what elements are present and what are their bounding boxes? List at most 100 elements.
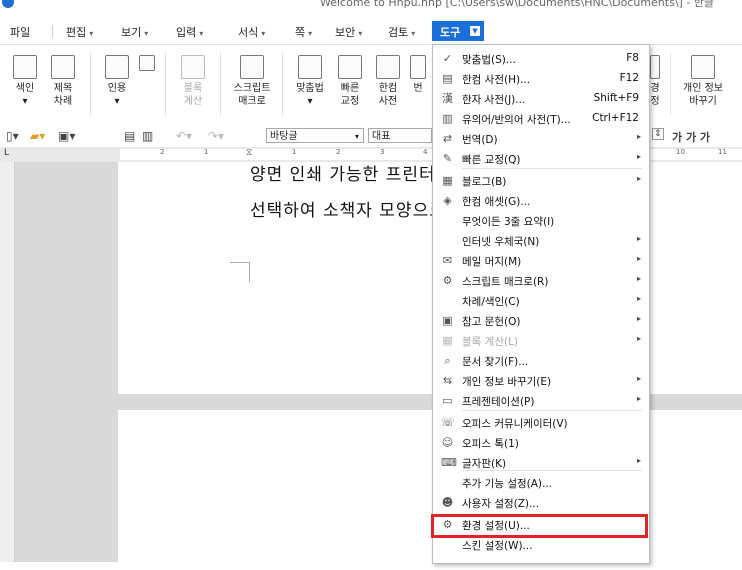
chevron-down-icon: ▾ <box>144 29 149 38</box>
menu-item-privacy-replace[interactable]: ⇆ 개인 정보 바꾸기(E) ▸ <box>433 371 649 391</box>
menu-item-presentation[interactable]: ▭ 프레젠테이션(P) ▸ <box>433 391 649 411</box>
menu-item-office-talk[interactable]: ☺ 오피스 톡(1) <box>433 433 649 453</box>
submenu-arrow-icon: ▸ <box>636 174 641 183</box>
track-changes-button[interactable]: 경정 <box>648 55 662 108</box>
menu-item-translate[interactable]: ⇄ 번역(D) ▸ <box>433 129 649 149</box>
menu-item-label: 오피스 톡(1) <box>462 438 519 450</box>
hanja-dictionary-icon: 漢 <box>442 92 453 105</box>
document-text-line[interactable]: 선택하여 소책자 모양으로 <box>250 196 446 221</box>
menu-item-bibliography[interactable]: ▣ 참고 문헌(O) ▸ <box>433 311 649 331</box>
menu-item-label: 오피스 커뮤니케이터(V) <box>462 418 568 430</box>
quick-correct-button[interactable]: 빠른 교정 <box>332 55 368 108</box>
citation-button[interactable]: 인용 ▾ <box>100 55 134 108</box>
shortcut-label: F8 <box>626 52 639 64</box>
bibliography-icon: ▣ <box>442 314 453 327</box>
track-changes-icon <box>650 55 660 79</box>
menu-item-block-calc: ▦ 블록 계산(L) ▸ <box>433 331 649 351</box>
menu-item-label: 프레젠테이션(P) <box>462 396 535 408</box>
menu-separator <box>462 470 642 471</box>
menu-item-blog[interactable]: ▦ 블로그(B) ▸ <box>433 171 649 191</box>
find-document-icon: ⌕ <box>444 354 451 367</box>
menu-item-label: 맞춤법(S)... <box>462 54 516 66</box>
menu-security[interactable]: 보안 ▾ <box>335 24 362 40</box>
menu-file[interactable]: 파일 <box>10 24 30 40</box>
spinner-icon[interactable]: ⇕ <box>652 128 664 140</box>
save-icon[interactable]: ▣▾ <box>58 129 75 143</box>
dictionary-icon <box>376 55 400 79</box>
toc-title-button[interactable]: 제목 차례 <box>46 55 80 108</box>
translate-button[interactable]: 번 <box>408 55 428 95</box>
menu-item-thesaurus[interactable]: ▥ 유의어/반의어 사전(T)... Ctrl+F12 <box>433 109 649 129</box>
script-macro-icon <box>240 55 264 79</box>
open-folder-icon[interactable]: ▰▾ <box>30 129 45 143</box>
menu-item-script-macro[interactable]: ⚙ 스크립트 매크로(R) ▸ <box>433 271 649 291</box>
script-macro-button[interactable]: 스크립트 매크로 <box>228 55 276 108</box>
menu-item-label: 참고 문헌(O) <box>462 316 521 328</box>
menu-item-label: 개인 정보 바꾸기(E) <box>462 376 552 388</box>
menu-item-spell-check[interactable]: ✓ 맞춤법(S)... F8 <box>433 49 649 69</box>
menu-item-hanja-dictionary[interactable]: 漢 한자 사전(J)... Shift+F9 <box>433 89 649 109</box>
user-settings-icon: ☻ <box>441 496 454 509</box>
index-icon <box>13 55 37 79</box>
bibliography-ribbon-button[interactable] <box>137 55 157 74</box>
menu-item-hancom-asset[interactable]: ◈ 한컴 애셋(G)... <box>433 191 649 211</box>
translate-icon <box>410 55 426 79</box>
menu-tools[interactable]: 도구 ▼ <box>432 21 484 41</box>
menu-item-label: 글자판(K) <box>462 458 507 470</box>
vertical-ruler[interactable] <box>0 162 15 562</box>
submenu-arrow-icon: ▸ <box>636 334 641 343</box>
indent-marker-icon[interactable]: ⧖ <box>246 148 252 158</box>
menu-item-user-settings[interactable]: ☻ 사용자 설정(Z)... <box>433 493 649 513</box>
font-select[interactable]: 대표 <box>368 128 432 143</box>
menu-item-label: 차례/색인(C) <box>462 296 520 308</box>
menu-item-entry-21[interactable]: 추가 기능 설정(A)... <box>433 473 649 493</box>
preview-icon[interactable]: ▥ <box>142 129 153 143</box>
menu-review[interactable]: 검토 ▾ <box>388 24 415 40</box>
tab-stop-icon: L <box>4 148 10 158</box>
menu-item-entry-9[interactable]: 인터넷 우체국(N) ▸ <box>433 231 649 251</box>
spell-check-icon <box>298 55 322 79</box>
shortcut-label: Shift+F9 <box>593 92 639 104</box>
index-button[interactable]: 색인 ▾ <box>10 55 40 108</box>
block-calc-icon <box>181 55 205 79</box>
margin-mark <box>249 262 250 282</box>
submenu-arrow-icon: ▸ <box>636 234 641 243</box>
menu-item-entry-8[interactable]: 무엇이든 3줄 요약(I) <box>433 211 649 231</box>
presentation-icon: ▭ <box>442 394 453 407</box>
menu-item-entry-12[interactable]: 차례/색인(C) ▸ <box>433 291 649 311</box>
toc-icon <box>51 55 75 79</box>
menu-item-entry-24[interactable]: 스킨 설정(W)... <box>433 535 649 555</box>
bold-italic-underline[interactable]: 가 가 가 <box>672 129 710 145</box>
new-document-icon[interactable]: ▯▾ <box>6 129 19 143</box>
quick-correct-icon: ✎ <box>442 152 453 165</box>
menu-item-find-document[interactable]: ⌕ 문서 찾기(F)... <box>433 351 649 371</box>
menu-page[interactable]: 쪽 ▾ <box>295 24 312 40</box>
menu-edit[interactable]: 편집 ▾ <box>66 24 93 40</box>
menu-item-office-communicator[interactable]: ☏ 오피스 커뮤니케이터(V) <box>433 413 649 433</box>
print-icon[interactable]: ▤ <box>124 129 135 143</box>
privacy-replace-button[interactable]: 개인 정보 바꾸기 <box>678 55 728 108</box>
chevron-down-icon: ▾ <box>199 29 204 38</box>
window-title: Welcome to Hnpu.hnp [C:\Users\sw\Documen… <box>320 0 715 9</box>
menu-insert[interactable]: 입력 ▾ <box>176 24 203 40</box>
privacy-replace-icon <box>691 55 715 79</box>
menu-format[interactable]: 서식 ▾ <box>238 24 265 40</box>
submenu-arrow-icon: ▸ <box>636 152 641 161</box>
menu-item-quick-correct[interactable]: ✎ 빠른 교정(Q) ▸ <box>433 149 649 169</box>
menu-item-dictionary[interactable]: ▤ 한컴 사전(H)... F12 <box>433 69 649 89</box>
menu-item-label: 메일 머지(M) <box>462 256 522 268</box>
thesaurus-icon: ▥ <box>442 112 453 125</box>
menu-item-mail-merge[interactable]: ✉ 메일 머지(M) ▸ <box>433 251 649 271</box>
menu-item-label: 추가 기능 설정(A)... <box>462 478 553 490</box>
chevron-down-icon: ▾ <box>261 29 266 38</box>
spell-check-button[interactable]: 맞춤법 ▾ <box>290 55 330 108</box>
hancom-dictionary-button[interactable]: 한컴 사전 <box>370 55 406 108</box>
undo-icon[interactable]: ↶▾ <box>176 129 192 143</box>
menu-item-label: 한컴 사전(H)... <box>462 74 531 86</box>
submenu-arrow-icon: ▸ <box>636 314 641 323</box>
tools-dropdown-menu: ✓ 맞춤법(S)... F8 ▤ 한컴 사전(H)... F12 漢 한자 사전(J)... S… <box>432 44 650 564</box>
menu-view[interactable]: 보기 ▾ <box>121 24 148 40</box>
chevron-down-icon: ▾ <box>89 29 94 38</box>
style-select[interactable]: 바탕글 ▾ <box>266 128 364 143</box>
redo-icon[interactable]: ↷▾ <box>208 129 224 143</box>
